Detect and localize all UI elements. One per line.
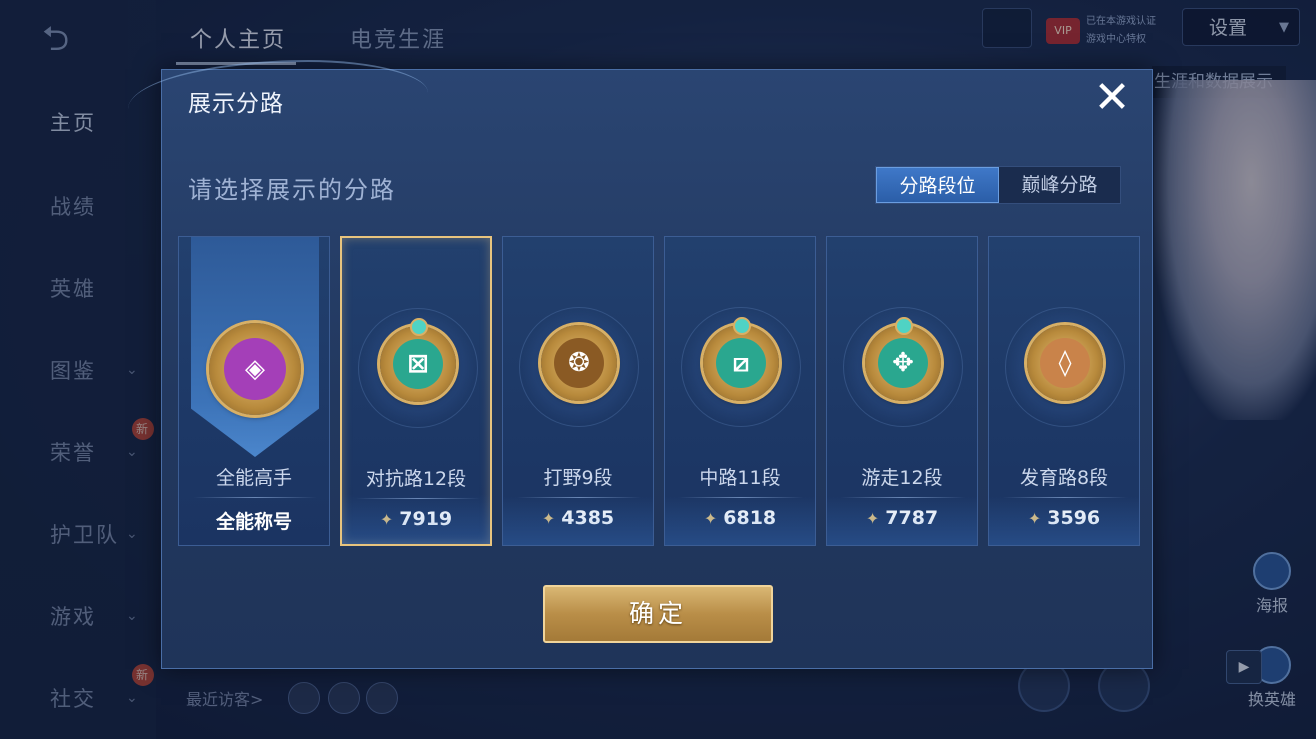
emblem-glyph: ◊: [1058, 348, 1072, 378]
emblem-glyph: ⧄: [732, 347, 750, 378]
roam-emblem-icon: ✥: [865, 317, 941, 401]
lane-name: 游走12段: [861, 467, 943, 489]
emblem-gem: [895, 317, 913, 335]
emblem-core: ◈: [224, 338, 286, 400]
dialog-subtitle: 请选择展示的分路: [188, 176, 396, 204]
emblem-core: ❂: [554, 338, 604, 388]
emblem-core: ✥: [878, 338, 928, 388]
lane-name: 发育路8段: [1019, 467, 1109, 489]
clash-lane-emblem-icon: ⊠: [380, 318, 456, 402]
lane-card-farm[interactable]: ◊ 发育路8段 ✦3596: [988, 236, 1140, 546]
lane-name: 全能高手: [215, 467, 292, 489]
close-icon[interactable]: ✕: [1090, 76, 1134, 120]
farm-lane-emblem-icon: ◊: [1027, 325, 1103, 401]
card-glow: [503, 495, 653, 545]
toggle-lane-rank[interactable]: 分路段位: [876, 167, 999, 203]
mid-lane-emblem-icon: ⧄: [703, 317, 779, 401]
display-lane-dialog: 展示分路 ✕ 请选择展示的分路 分路段位 巅峰分路 ◈ 全能高手 全能称号 ⊠ …: [128, 60, 1153, 669]
emblem-gem: [733, 317, 751, 335]
card-glow: [665, 495, 815, 545]
emblem-core: ◊: [1040, 338, 1090, 388]
lane-name: 对抗路12段: [365, 468, 467, 490]
emblem-core: ⧄: [716, 338, 766, 388]
lane-card-roam[interactable]: ✥ 游走12段 ✦7787: [826, 236, 978, 546]
card-footer-title: 全能称号: [215, 511, 292, 533]
all-round-emblem-icon: ◈: [209, 323, 301, 415]
emblem-gem: [410, 318, 428, 336]
lane-mode-toggle: 分路段位 巅峰分路: [875, 166, 1121, 204]
emblem-glyph: ◈: [245, 354, 265, 384]
card-divider: [193, 497, 317, 498]
emblem-glyph: ⊠: [407, 349, 429, 379]
emblem-core: ⊠: [393, 339, 443, 389]
lane-card-all-round[interactable]: ◈ 全能高手 全能称号: [178, 236, 330, 546]
lane-name: 中路11段: [699, 467, 781, 489]
lane-card-clash[interactable]: ⊠ 对抗路12段 ✦7919: [340, 236, 492, 546]
lane-card-jungle[interactable]: ❂ 打野9段 ✦4385: [502, 236, 654, 546]
lane-name: 打野9段: [543, 467, 613, 489]
card-glow: [989, 495, 1139, 545]
confirm-button[interactable]: 确定: [543, 585, 773, 643]
lane-card-mid[interactable]: ⧄ 中路11段 ✦6818: [664, 236, 816, 546]
emblem-glyph: ✥: [892, 348, 914, 378]
toggle-peak-lane[interactable]: 巅峰分路: [999, 167, 1120, 203]
jungle-emblem-icon: ❂: [541, 325, 617, 401]
card-glow: [342, 494, 490, 544]
dialog-title: 展示分路: [188, 91, 284, 117]
emblem-glyph: ❂: [568, 348, 590, 378]
card-glow: [827, 495, 977, 545]
lane-card-list: ◈ 全能高手 全能称号 ⊠ 对抗路12段 ✦7919 ❂ 打野9段: [178, 236, 1140, 546]
